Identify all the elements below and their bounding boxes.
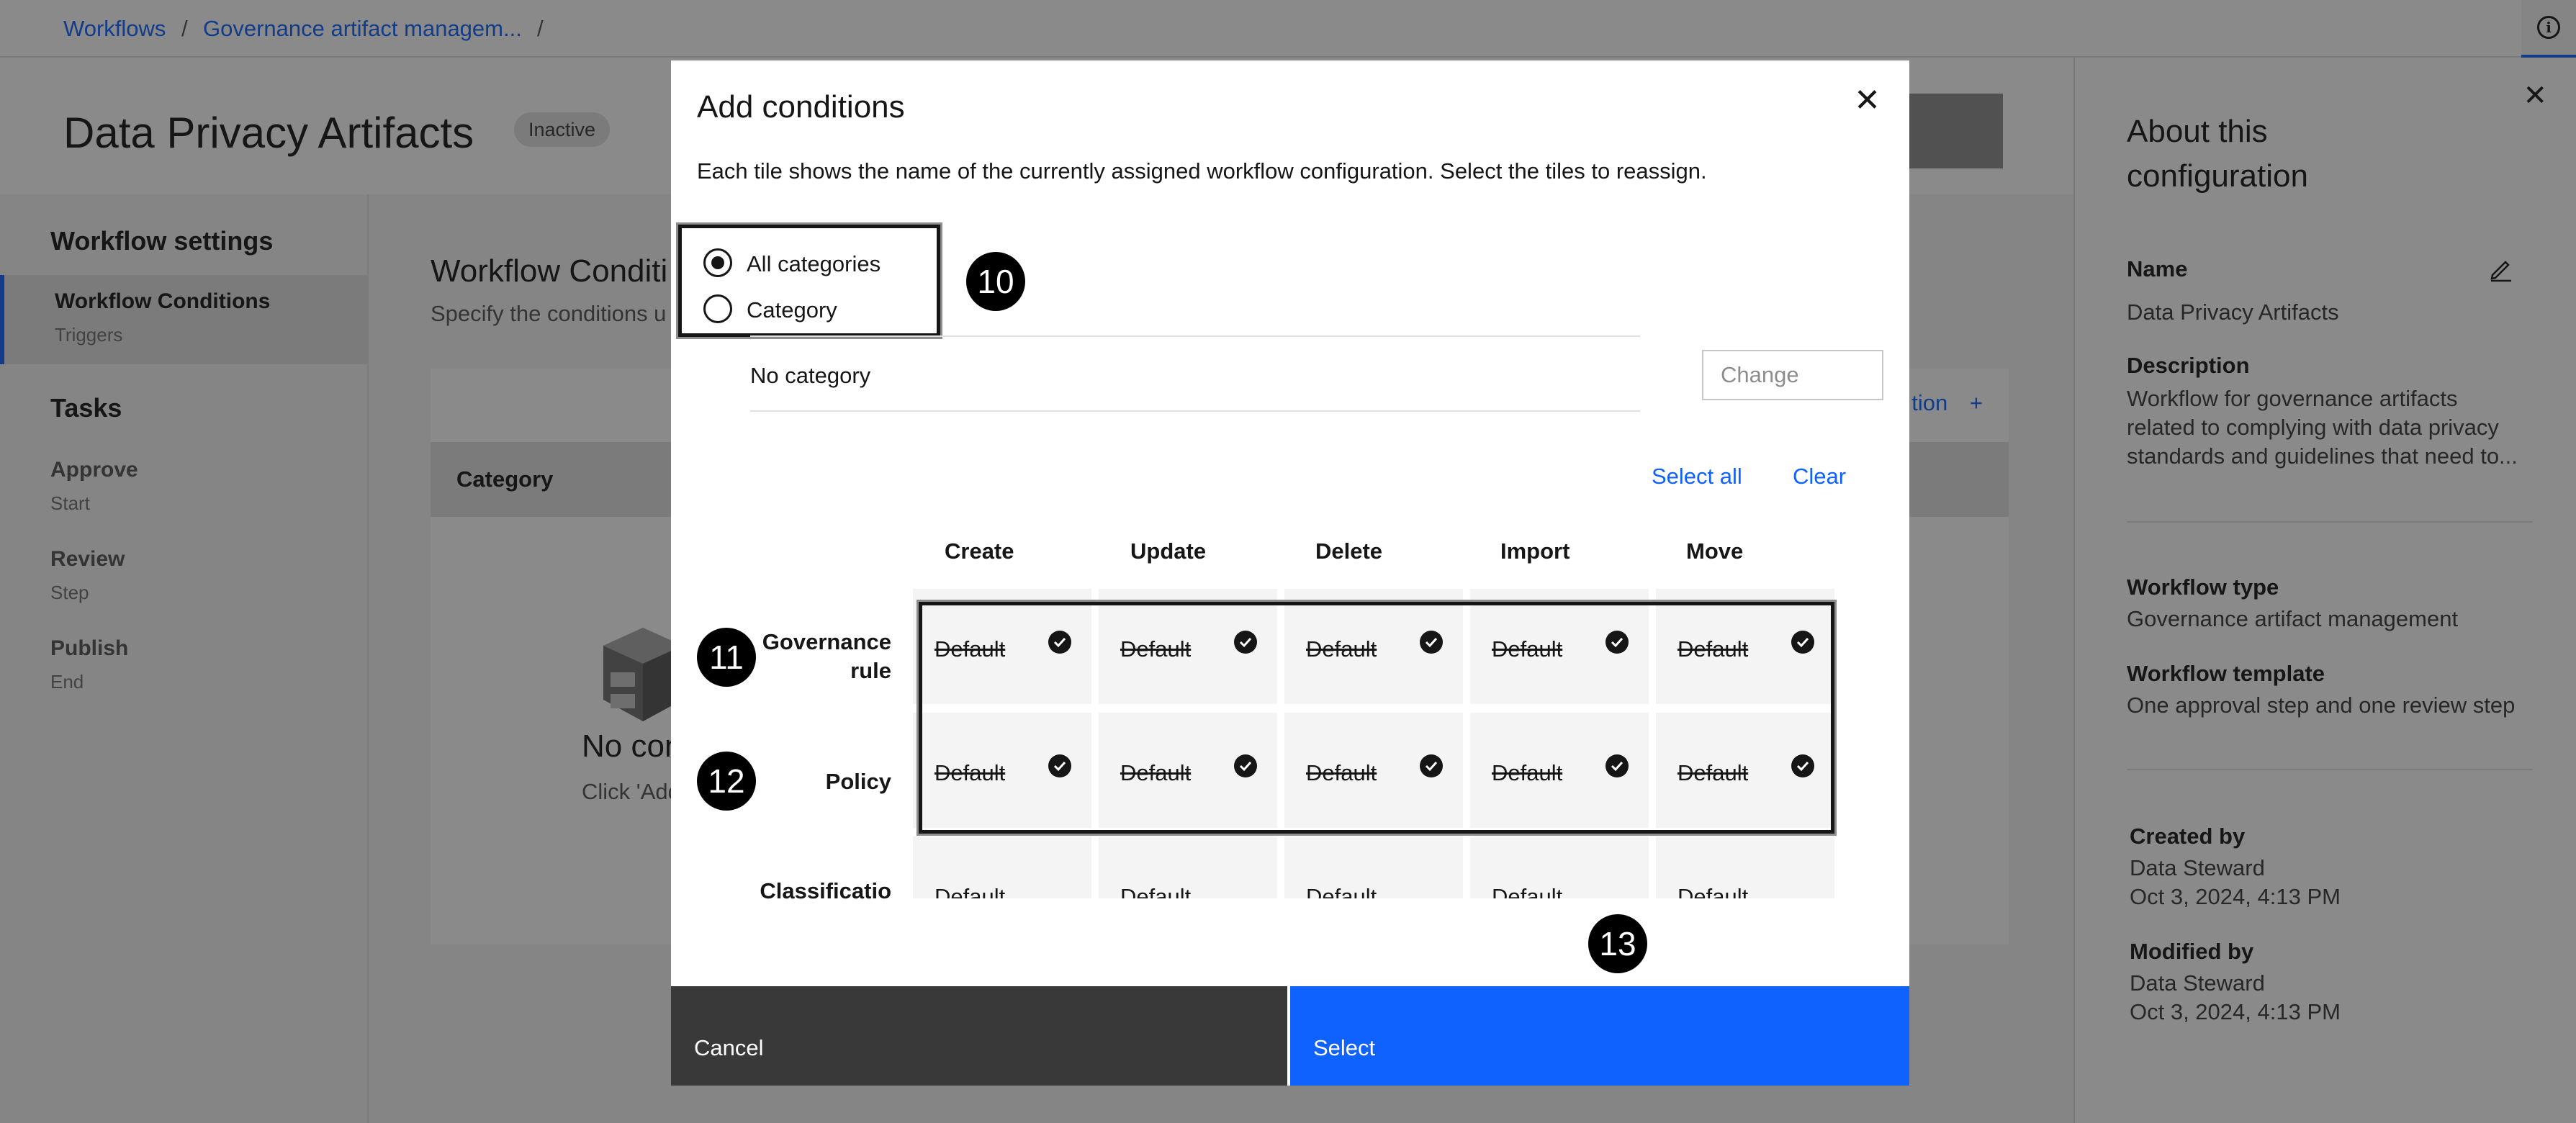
category-value-row: No category xyxy=(750,335,1640,412)
modal-description: Each tile shows the name of the currentl… xyxy=(697,158,1707,184)
row-header-line: Governance xyxy=(762,629,891,654)
row-header-line: rule xyxy=(850,658,891,683)
radio-label: All categories xyxy=(747,251,881,276)
close-icon[interactable]: ✕ xyxy=(1854,82,1881,119)
tile-configuration-label: Default xyxy=(935,884,1006,898)
condition-tile[interactable]: Default xyxy=(913,836,1091,898)
tile-configuration-label: Default xyxy=(1492,884,1563,898)
condition-tile[interactable]: Default xyxy=(1099,836,1277,898)
condition-tile[interactable]: Default xyxy=(1470,836,1649,898)
column-header-import: Import xyxy=(1500,538,1570,564)
callout-badge: 13 xyxy=(1588,914,1647,973)
add-conditions-modal: Add conditions ✕ Each tile shows the nam… xyxy=(671,60,1909,1086)
column-header-create: Create xyxy=(945,538,1014,564)
tile-configuration-label: Default xyxy=(1120,884,1192,898)
category-scope-radio-group: All categories Category xyxy=(678,225,940,337)
cancel-button[interactable]: Cancel xyxy=(671,986,1287,1086)
row-header-line: Classificatio xyxy=(760,878,891,903)
radio-label: Category xyxy=(747,297,837,323)
selected-tiles-highlight xyxy=(919,602,1834,834)
modal-title: Add conditions xyxy=(697,89,905,125)
callout-badge: 10 xyxy=(966,252,1025,311)
column-header-update: Update xyxy=(1130,538,1207,564)
condition-tile[interactable]: Default xyxy=(1284,836,1463,898)
change-category-button[interactable]: Change xyxy=(1702,350,1883,400)
select-button[interactable]: Select xyxy=(1290,986,1909,1086)
tile-configuration-label: Default xyxy=(1677,884,1749,898)
radio-button-checked[interactable] xyxy=(703,248,732,277)
radio-button[interactable] xyxy=(703,294,732,323)
row-header-governance-rule: Governance rule xyxy=(747,628,891,685)
column-header-move: Move xyxy=(1686,538,1744,564)
clear-link[interactable]: Clear xyxy=(1793,464,1846,490)
category-value: No category xyxy=(750,363,871,388)
row-header-policy: Policy xyxy=(747,767,891,796)
column-header-delete: Delete xyxy=(1315,538,1383,564)
row-header-line: Policy xyxy=(825,769,891,794)
tile-configuration-label: Default xyxy=(1306,884,1377,898)
row-header-classification: Classificatio xyxy=(747,877,891,906)
condition-tile[interactable]: Default xyxy=(1656,836,1834,898)
select-all-link[interactable]: Select all xyxy=(1652,464,1742,490)
